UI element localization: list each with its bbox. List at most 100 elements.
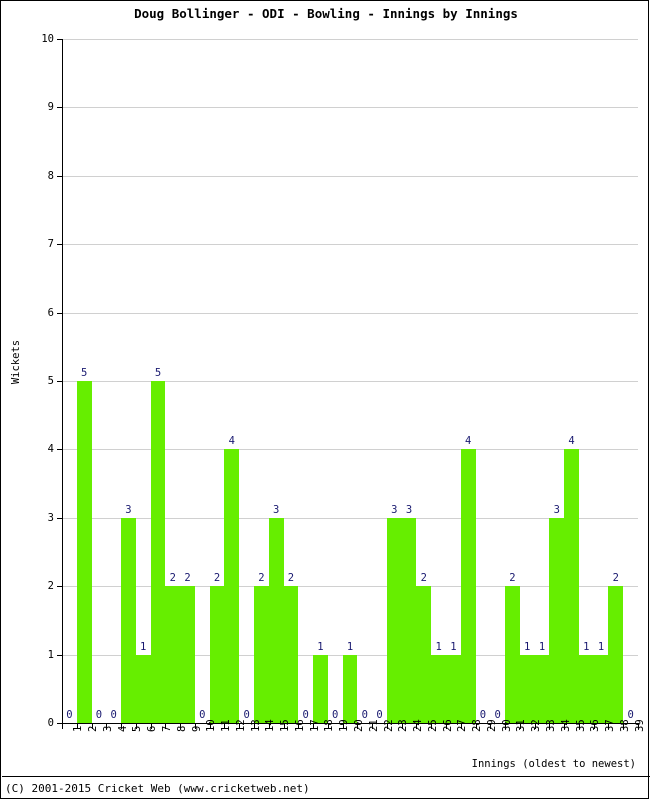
x-axis-tick-label: 26 [441, 719, 454, 732]
x-axis-tick-label: 33 [545, 719, 557, 732]
x-axis-tick-label: 17 [308, 719, 321, 732]
x-axis-tick-label: 21 [367, 719, 380, 732]
bar-value-label: 0 [494, 709, 501, 721]
x-axis-tick-label: 22 [382, 719, 395, 732]
x-axis-tick-label: 39 [633, 719, 646, 732]
bar [505, 586, 520, 723]
x-axis-tick-label: 15 [279, 719, 292, 732]
y-axis-tick [57, 586, 62, 588]
bar [121, 517, 136, 723]
bar-value-label: 4 [228, 435, 235, 448]
x-axis-tick-label: 12 [234, 719, 247, 732]
x-axis-tick-label: 36 [589, 719, 602, 732]
copyright-notice: (C) 2001-2015 Cricket Web (www.cricketwe… [5, 782, 310, 795]
gridline [62, 39, 638, 40]
bar-value-label: 0 [332, 709, 339, 721]
bar-value-label: 2 [258, 572, 265, 585]
bar-value-label: 0 [110, 709, 117, 721]
x-axis-tick-label: 7 [161, 725, 173, 732]
x-axis-tick-label: 37 [604, 719, 617, 732]
y-axis-tick-label: 10 [41, 33, 54, 45]
plot-area [62, 39, 638, 723]
bar [224, 449, 240, 723]
x-axis-tick-label: 4 [116, 725, 129, 732]
bar [446, 654, 461, 723]
x-axis-tick-label: 9 [190, 725, 203, 732]
bar-value-label: 1 [346, 640, 354, 653]
x-axis-tick-label: 14 [264, 719, 277, 732]
bar [283, 586, 299, 723]
bar-value-label: 3 [405, 503, 413, 516]
bar [578, 654, 594, 723]
footer-divider [2, 776, 650, 777]
gridline [62, 244, 638, 246]
bar [608, 586, 624, 723]
chart-frame: Doug Bollinger - ODI - Bowling - Innings… [0, 0, 650, 801]
y-axis-tick-label: 2 [47, 580, 54, 593]
bar [431, 654, 446, 723]
y-axis-tick-label: 4 [47, 443, 54, 456]
bar [254, 586, 269, 723]
y-axis-tick [57, 381, 62, 382]
x-axis-tick-label: 24 [412, 719, 425, 732]
bar-value-label: 0 [199, 709, 206, 721]
x-axis-tick-label: 27 [456, 719, 469, 732]
y-axis-tick [57, 517, 62, 519]
x-axis-tick-label: 19 [338, 719, 351, 732]
bar-value-label: 1 [317, 640, 324, 653]
y-axis-tick-label: 3 [47, 511, 54, 524]
x-axis-tick-label: 31 [515, 719, 528, 732]
bar [401, 517, 417, 723]
x-axis-tick-label: 23 [397, 719, 410, 732]
gridline [62, 175, 638, 177]
bar-value-label: 1 [538, 640, 546, 653]
y-axis-labels: 0 1 2 3 4 5 6 7 8 9 10 [9, 1, 54, 801]
gridline [62, 449, 638, 451]
bar [519, 654, 535, 723]
y-axis-line [62, 39, 63, 724]
x-axis-tick-label: 20 [353, 719, 365, 732]
y-axis-tick [57, 654, 62, 656]
x-axis-tick-label: 13 [249, 719, 262, 732]
bar-value-label: 1 [140, 640, 147, 653]
gridline [62, 107, 638, 109]
bar-value-label: 4 [568, 435, 575, 448]
bar-value-label: 0 [243, 709, 250, 721]
y-axis-tick-label: 0 [47, 717, 54, 729]
x-axis-tick-label: 3 [101, 725, 114, 732]
bar [209, 586, 225, 723]
bar [593, 654, 609, 723]
y-axis-tick-label: 6 [47, 306, 54, 319]
x-axis-tick-label: 28 [471, 719, 484, 732]
y-axis-tick [57, 107, 62, 109]
x-axis-tick-label: 32 [530, 719, 543, 732]
x-axis-tick-label: 16 [293, 719, 306, 732]
bar [549, 517, 565, 723]
x-axis-title: Innings (oldest to newest) [471, 758, 636, 770]
x-axis-tick-label: 18 [323, 719, 336, 732]
bar-value-label: 3 [272, 503, 280, 516]
x-axis-tick-label: 34 [559, 719, 572, 732]
x-axis-tick-label: 10 [205, 719, 218, 732]
y-axis-title: Wickets [10, 339, 22, 385]
x-axis-tick-label: 38 [618, 719, 631, 732]
bar [268, 517, 284, 723]
bar-value-label: 0 [376, 709, 383, 721]
bar-value-label: 5 [154, 367, 162, 379]
bar [416, 586, 432, 723]
bar [460, 449, 476, 723]
bar-value-label: 1 [450, 640, 457, 653]
bar-value-label: 2 [509, 572, 516, 585]
bar-value-label: 4 [464, 435, 472, 448]
x-axis-tick-label: 25 [426, 719, 439, 732]
x-axis-tick-label: 5 [131, 725, 144, 732]
y-axis-tick-label: 7 [47, 238, 54, 251]
gridline [62, 381, 638, 382]
x-axis-tick-label: 1 [72, 725, 85, 732]
y-axis-tick [57, 244, 62, 246]
x-axis-tick-label: 35 [574, 719, 587, 732]
bar-value-label: 0 [302, 709, 309, 721]
bar-value-label: 1 [597, 640, 605, 653]
bar [135, 654, 151, 723]
bar-value-label: 2 [420, 572, 427, 585]
